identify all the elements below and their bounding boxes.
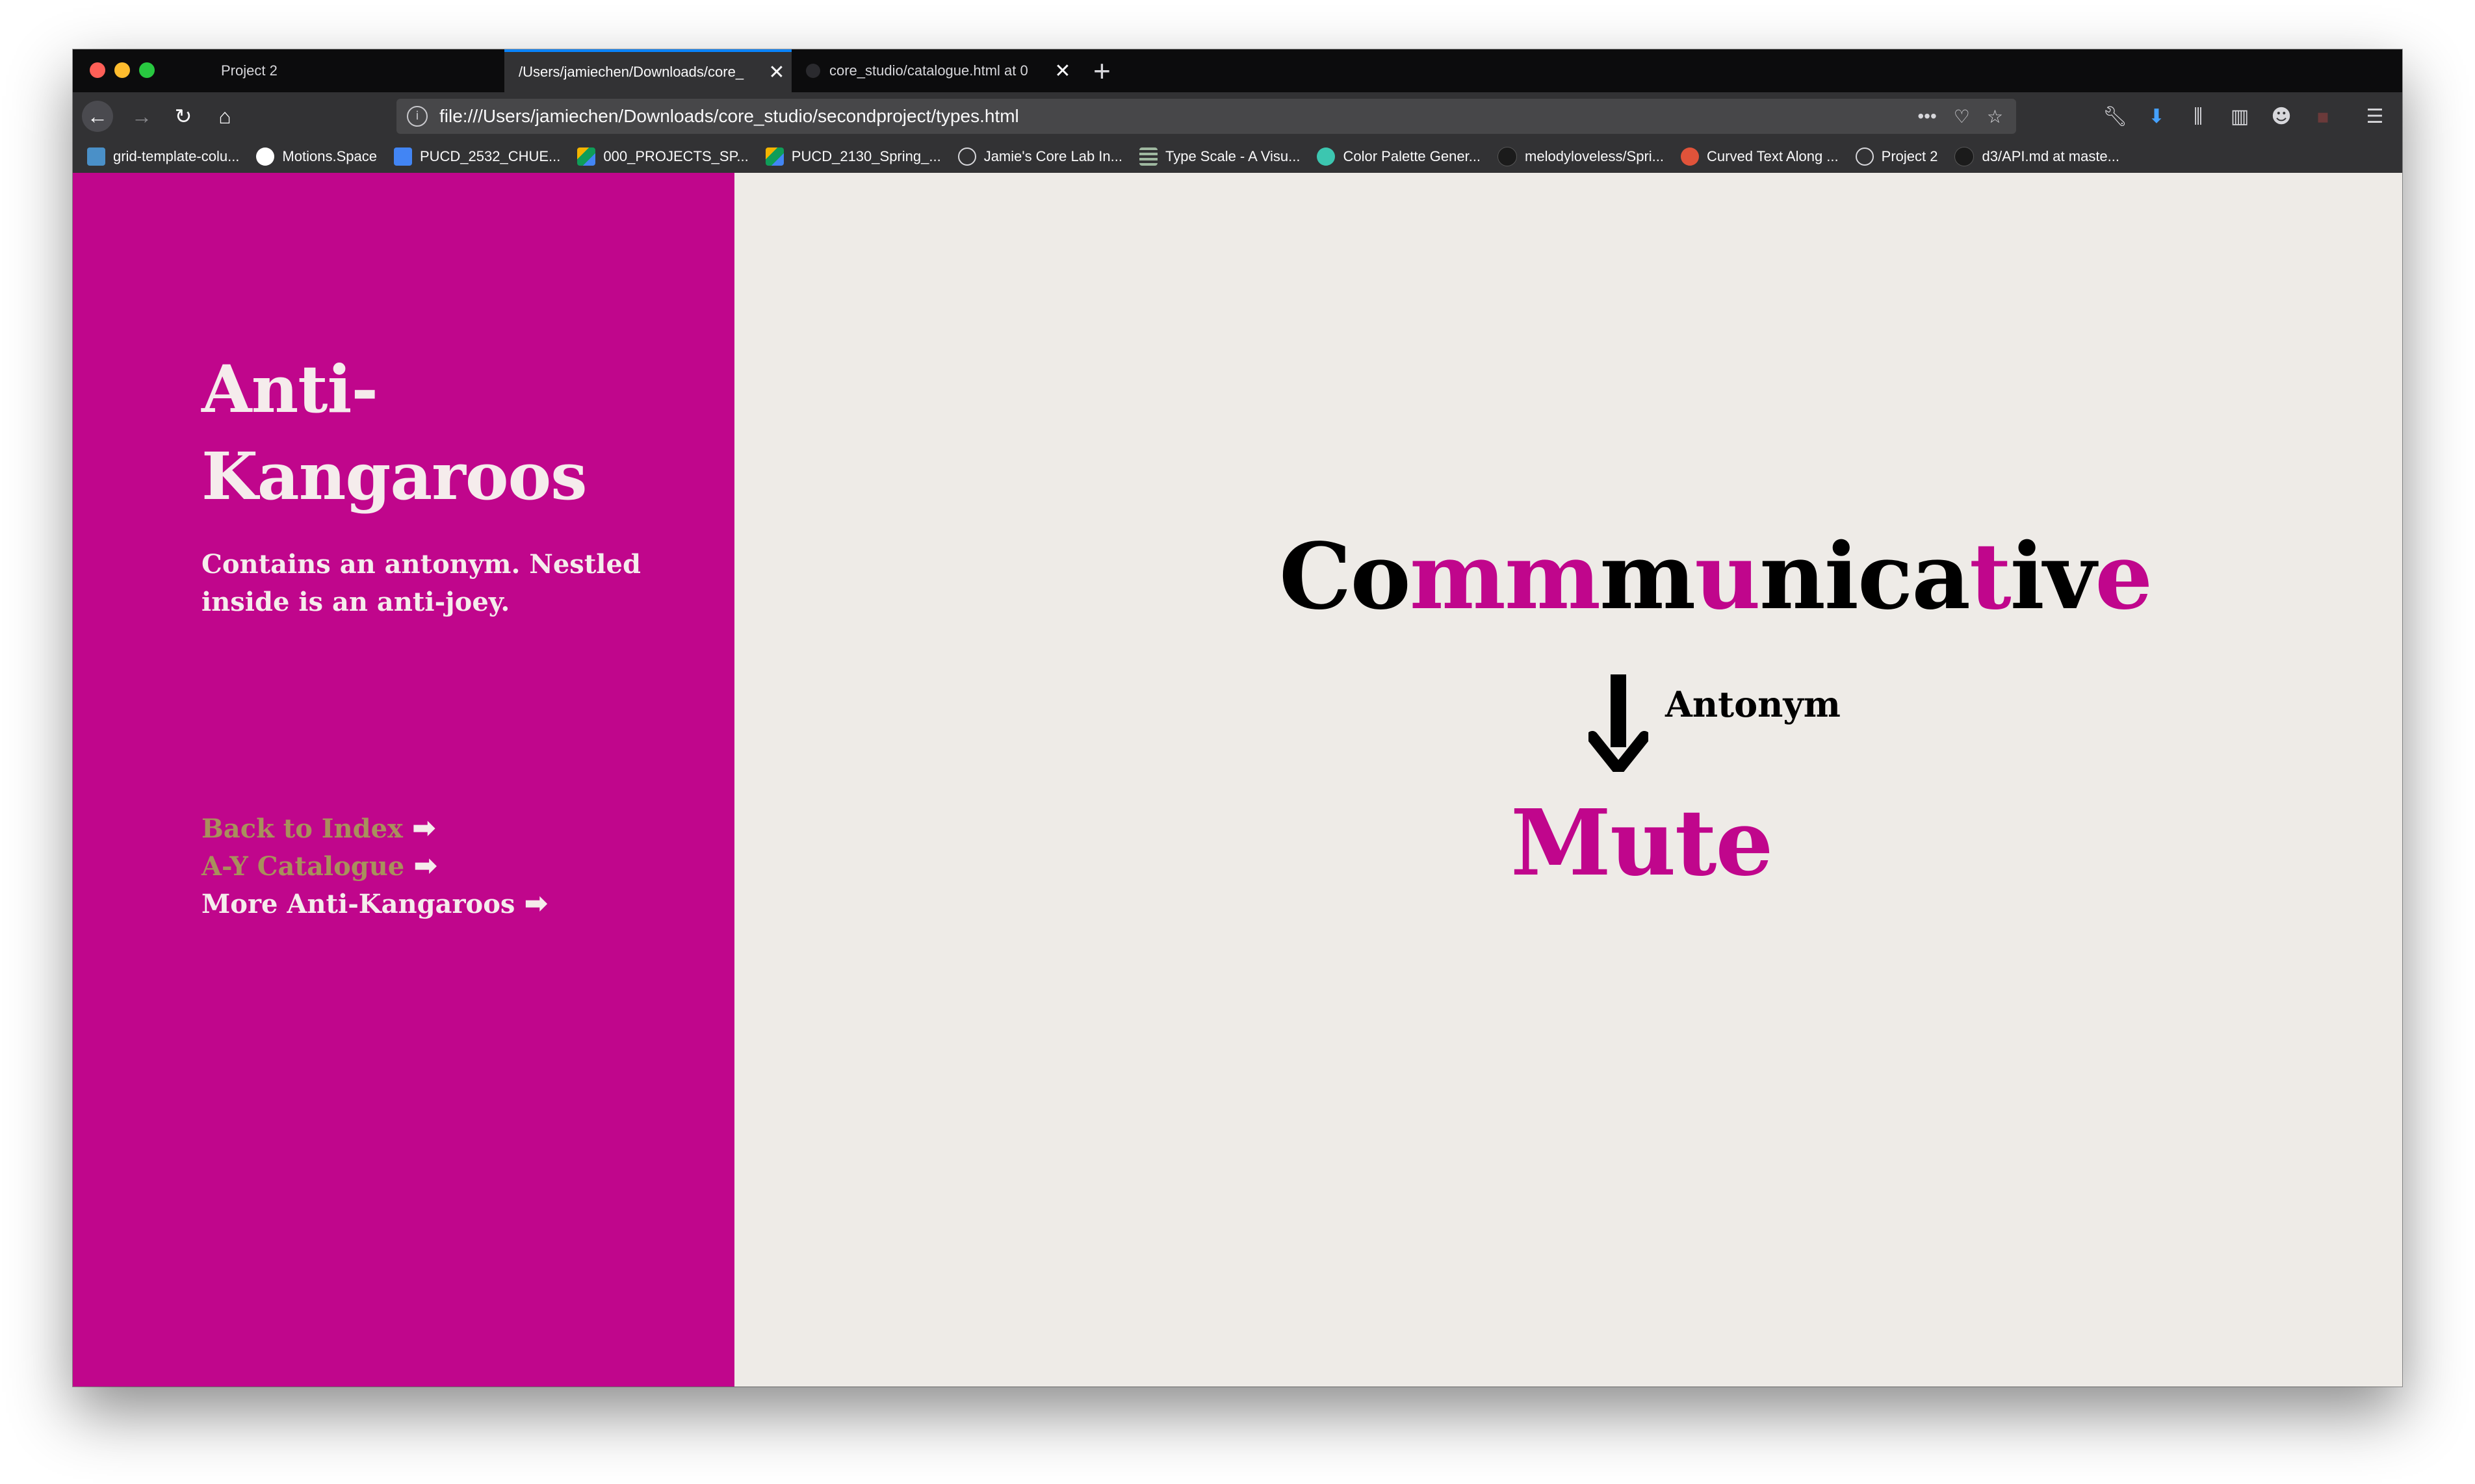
url-text[interactable]: file:///Users/jamiechen/Downloads/core_s…	[439, 106, 1917, 127]
info-icon[interactable]: i	[407, 106, 428, 127]
bookmark-item[interactable]: Jamie's Core Lab In...	[957, 147, 1122, 166]
bookmark-item[interactable]: d3/API.md at maste...	[1954, 147, 2119, 166]
reload-icon[interactable]: ↻	[168, 101, 199, 132]
github-favicon-icon	[1954, 147, 1975, 166]
category-description: Contains an antonym. Nestled inside is a…	[201, 549, 641, 617]
down-arrow-icon	[1588, 674, 1648, 772]
circle-favicon-icon	[256, 147, 275, 166]
word-segment: m	[1600, 524, 1696, 630]
bookmark-item[interactable]: grid-template-colu...	[87, 147, 239, 166]
lines-favicon-icon	[1139, 147, 1158, 166]
bookmark-item[interactable]: Type Scale - A Visu...	[1139, 147, 1300, 166]
tab-label: core_studio/catalogue.html at 0	[829, 62, 1028, 79]
globe-favicon-icon	[957, 147, 976, 166]
address-bar[interactable]: i file:///Users/jamiechen/Downloads/core…	[396, 99, 2016, 134]
minimize-window-button[interactable]	[114, 62, 130, 78]
download-icon[interactable]: ⬇	[2142, 103, 2171, 131]
hamburger-menu-icon[interactable]: ☰	[2361, 103, 2389, 131]
sidebar-toggle-icon[interactable]: ▥	[2225, 103, 2254, 131]
close-icon[interactable]: ✕	[1048, 60, 1078, 83]
relation-label: Antonym	[1665, 684, 1841, 725]
right-arrow-icon: ➡	[413, 849, 438, 882]
bookmark-item[interactable]: 000_PROJECTS_SP...	[577, 147, 749, 166]
word-segment-highlight: u	[1694, 524, 1761, 630]
page-content: Anti- Kangaroos Contains an antonym. Nes…	[73, 173, 2402, 1387]
new-tab-button[interactable]: +	[1093, 55, 1111, 87]
doc-favicon-icon	[393, 147, 412, 166]
sidebar-nav: Back to Index ➡ A-Y Catalogue ➡ More Anti-…	[201, 810, 548, 923]
word-segment: nica	[1759, 524, 1971, 630]
drive-favicon-icon	[577, 147, 596, 166]
tab-types-html[interactable]: /Users/jamiechen/Downloads/core_ ✕	[504, 49, 792, 92]
tab-catalogue-github[interactable]: core_studio/catalogue.html at 0 ✕	[792, 49, 1078, 92]
close-icon[interactable]: ✕	[762, 61, 792, 84]
right-arrow-icon: ➡	[411, 812, 436, 845]
source-word: Commmunicative	[1279, 524, 2153, 630]
word-segment-highlight: e	[2095, 524, 2153, 630]
browser-window: Project 2 ✕ /Users/jamiechen/Downloads/c…	[73, 49, 2402, 1387]
window-controls	[90, 62, 155, 78]
back-to-index-link[interactable]: Back to Index ➡	[201, 810, 548, 847]
bookmark-item[interactable]: Curved Text Along ...	[1681, 147, 1839, 166]
more-anti-kangaroos-link[interactable]: More Anti-Kangaroos ➡	[201, 885, 548, 923]
library-icon[interactable]: ⫼	[2184, 103, 2212, 131]
right-arrow-icon: ➡	[524, 887, 549, 920]
bookmark-item[interactable]: PUCD_2130_Spring_...	[765, 147, 941, 166]
title-line-2: Kangaroos	[201, 438, 588, 515]
bookmark-item[interactable]: PUCD_2532_CHUE...	[393, 147, 560, 166]
extension-icon[interactable]: ▪	[2309, 103, 2337, 131]
bookmark-favicon-icon	[87, 147, 105, 166]
page-title: Anti- Kangaroos	[201, 346, 656, 520]
bookmark-item[interactable]: Motions.Space	[256, 147, 377, 166]
palette-favicon-icon	[1317, 147, 1336, 166]
sidebar-panel: Anti- Kangaroos Contains an antonym. Nes…	[73, 173, 734, 1387]
tab-strip: Project 2 ✕ /Users/jamiechen/Downloads/c…	[73, 49, 2402, 92]
word-segment-highlight: mm	[1409, 524, 1601, 630]
zoom-window-button[interactable]	[139, 62, 155, 78]
title-line-1: Anti-	[201, 351, 378, 428]
bookmark-item[interactable]: Color Palette Gener...	[1317, 147, 1481, 166]
github-favicon-icon	[806, 64, 820, 78]
account-icon[interactable]: ☻	[2267, 103, 2296, 131]
word-segment: iv	[2010, 524, 2097, 630]
pocket-icon[interactable]: ♡	[1954, 106, 1970, 127]
bookmarks-toolbar: grid-template-colu... Motions.Space PUCD…	[73, 140, 2402, 173]
back-arrow-icon[interactable]: ←	[82, 101, 113, 132]
bookmark-item[interactable]: melodyloveless/Spri...	[1497, 147, 1664, 166]
tab-label: Project 2	[221, 62, 278, 79]
a-y-catalogue-link[interactable]: A-Y Catalogue ➡	[201, 847, 548, 885]
bookmark-item[interactable]: Project 2	[1855, 147, 1937, 166]
word-segment-highlight: t	[1969, 524, 2012, 630]
navigation-toolbar: ← → ↻ ⌂ i file:///Users/jamiechen/Downlo…	[73, 92, 2402, 140]
word-segment: Co	[1279, 524, 1411, 630]
globe-favicon-icon	[1855, 147, 1874, 166]
tab-label: /Users/jamiechen/Downloads/core_	[519, 64, 744, 80]
codepen-favicon-icon	[1681, 147, 1700, 166]
wrench-icon[interactable]: 🔧︎	[2101, 103, 2129, 131]
home-icon[interactable]: ⌂	[209, 101, 240, 132]
drive-favicon-icon	[765, 147, 784, 166]
bookmark-star-icon[interactable]: ☆	[1987, 106, 2003, 127]
close-window-button[interactable]	[90, 62, 105, 78]
forward-arrow-icon[interactable]: →	[126, 101, 157, 132]
github-favicon-icon	[1497, 147, 1518, 166]
more-actions-icon[interactable]: •••	[1917, 106, 1936, 127]
antonym-word: Mute	[1510, 790, 1773, 897]
